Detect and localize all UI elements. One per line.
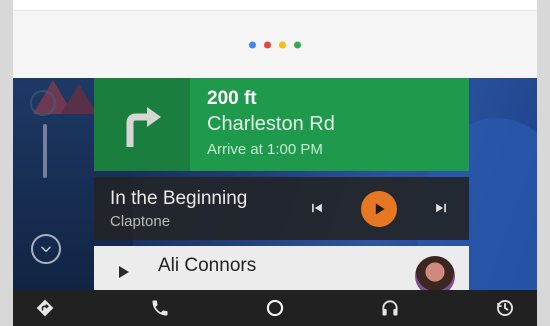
nav-phone-button[interactable] [146,294,174,322]
directions-icon [36,299,54,317]
play-icon [375,203,385,215]
turn-right-icon [126,106,161,147]
scroll-down-button[interactable] [31,234,61,264]
assistant-dot-red [264,41,271,48]
nav-street: Charleston Rd [207,113,335,135]
bottom-nav-bar [13,290,537,326]
side-top-icon [30,90,56,116]
assistant-dot-blue [249,41,256,48]
contact-name: Ali Connors [158,255,257,276]
home-circle-icon [266,299,284,317]
skip-previous-icon [312,203,322,213]
contact-card[interactable]: Ali Connors [94,246,469,290]
skip-next-icon [436,203,446,213]
track-title: In the Beginning [110,188,248,209]
phone-icon [152,300,168,316]
avatar [415,256,455,290]
assistant-dots [249,41,301,48]
play-icon [119,266,129,278]
navigation-card[interactable]: 200 ft Charleston Rd Arrive at 1:00 PM [94,78,469,171]
nav-arrival-time: Arrive at 1:00 PM [207,141,323,158]
next-track-button[interactable] [431,198,451,218]
wallpaper-tree [61,84,97,114]
android-auto-screen: 200 ft Charleston Rd Arrive at 1:00 PM I… [0,0,550,326]
turn-direction [94,78,190,171]
nav-media-button[interactable] [376,294,404,322]
chevron-down-icon [41,246,51,253]
play-button[interactable] [361,191,397,227]
nav-distance: 200 ft [207,88,257,109]
assistant-dot-green [294,41,301,48]
recent-icon [497,300,513,316]
assistant-dot-yellow [279,41,286,48]
nav-recent-button[interactable] [491,294,519,322]
scroll-indicator[interactable] [43,124,47,178]
track-artist: Claptone [110,213,171,230]
nav-home-button[interactable] [261,294,289,322]
previous-track-button[interactable] [307,198,327,218]
media-card[interactable]: In the Beginning Claptone [94,177,469,240]
assistant-bar[interactable] [13,10,537,78]
headphones-icon [382,300,398,316]
nav-directions-button[interactable] [31,294,59,322]
